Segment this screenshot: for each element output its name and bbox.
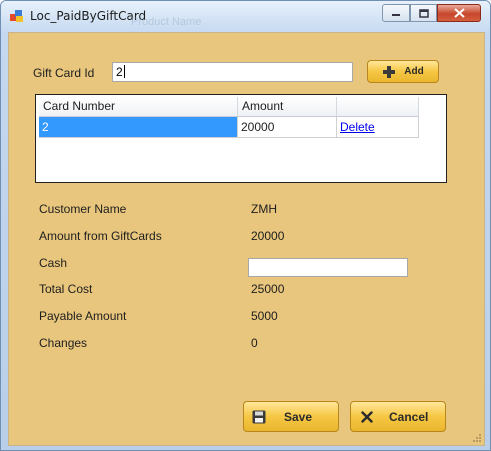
gift-card-id-value: 2 <box>116 65 123 79</box>
amount-from-giftcards-label: Amount from GiftCards <box>39 229 162 243</box>
floppy-disk-icon <box>252 410 266 423</box>
cancel-button-label: Cancel <box>389 409 429 424</box>
grid-cell-card-number[interactable]: 2 <box>39 117 238 138</box>
gift-card-id-input[interactable]: 2 <box>112 62 353 82</box>
close-button[interactable] <box>437 4 481 22</box>
minimize-button[interactable] <box>382 4 410 22</box>
changes-value: 0 <box>251 336 258 350</box>
customer-name-label: Customer Name <box>39 202 127 216</box>
cancel-button[interactable]: Cancel <box>350 401 446 432</box>
ghost-title: Product Name <box>131 16 202 28</box>
plus-icon <box>383 65 396 78</box>
window: Loc_PaidByGiftCard Product Name Gift Car… <box>0 0 491 451</box>
app-icon <box>10 10 23 22</box>
total-cost-value: 25000 <box>251 282 285 296</box>
delete-link[interactable]: Delete <box>340 120 375 134</box>
grid-header: Card Number Amount <box>39 97 419 117</box>
add-button-label: Add <box>404 66 424 77</box>
cash-label: Cash <box>39 256 68 270</box>
amount-from-giftcards-value: 20000 <box>251 229 285 243</box>
title-bar[interactable]: Loc_PaidByGiftCard Product Name <box>1 1 490 32</box>
payable-amount-value: 5000 <box>251 309 278 323</box>
grid-cell-amount[interactable]: 20000 <box>238 117 337 138</box>
cancel-x-icon <box>361 410 373 423</box>
customer-name-value: ZMH <box>251 202 277 216</box>
maximize-button[interactable] <box>410 4 437 22</box>
text-caret <box>123 65 125 78</box>
grid-cell-action[interactable]: Delete <box>337 117 419 138</box>
gift-card-id-label: Gift Card Id <box>33 66 95 80</box>
column-header-amount[interactable]: Amount <box>238 97 337 116</box>
column-header-action[interactable] <box>337 97 419 116</box>
changes-label: Changes <box>39 336 88 350</box>
add-button[interactable]: Add <box>367 60 439 83</box>
column-header-card-number[interactable]: Card Number <box>39 97 238 116</box>
window-title: Loc_PaidByGiftCard <box>30 9 147 23</box>
total-cost-label: Total Cost <box>39 282 93 296</box>
cash-input[interactable] <box>248 258 408 277</box>
close-icon <box>453 8 465 18</box>
maximize-icon <box>418 8 429 18</box>
payable-amount-label: Payable Amount <box>39 309 127 323</box>
minimize-icon <box>392 14 400 16</box>
save-button-label: Save <box>284 409 313 424</box>
form-client-area: Gift Card Id 2 Add Card Number Amount 2 … <box>8 32 485 446</box>
gift-card-grid[interactable]: Card Number Amount 2 20000 Delete <box>35 94 447 183</box>
save-button[interactable]: Save <box>243 401 339 432</box>
resize-grip-icon[interactable] <box>472 433 482 443</box>
